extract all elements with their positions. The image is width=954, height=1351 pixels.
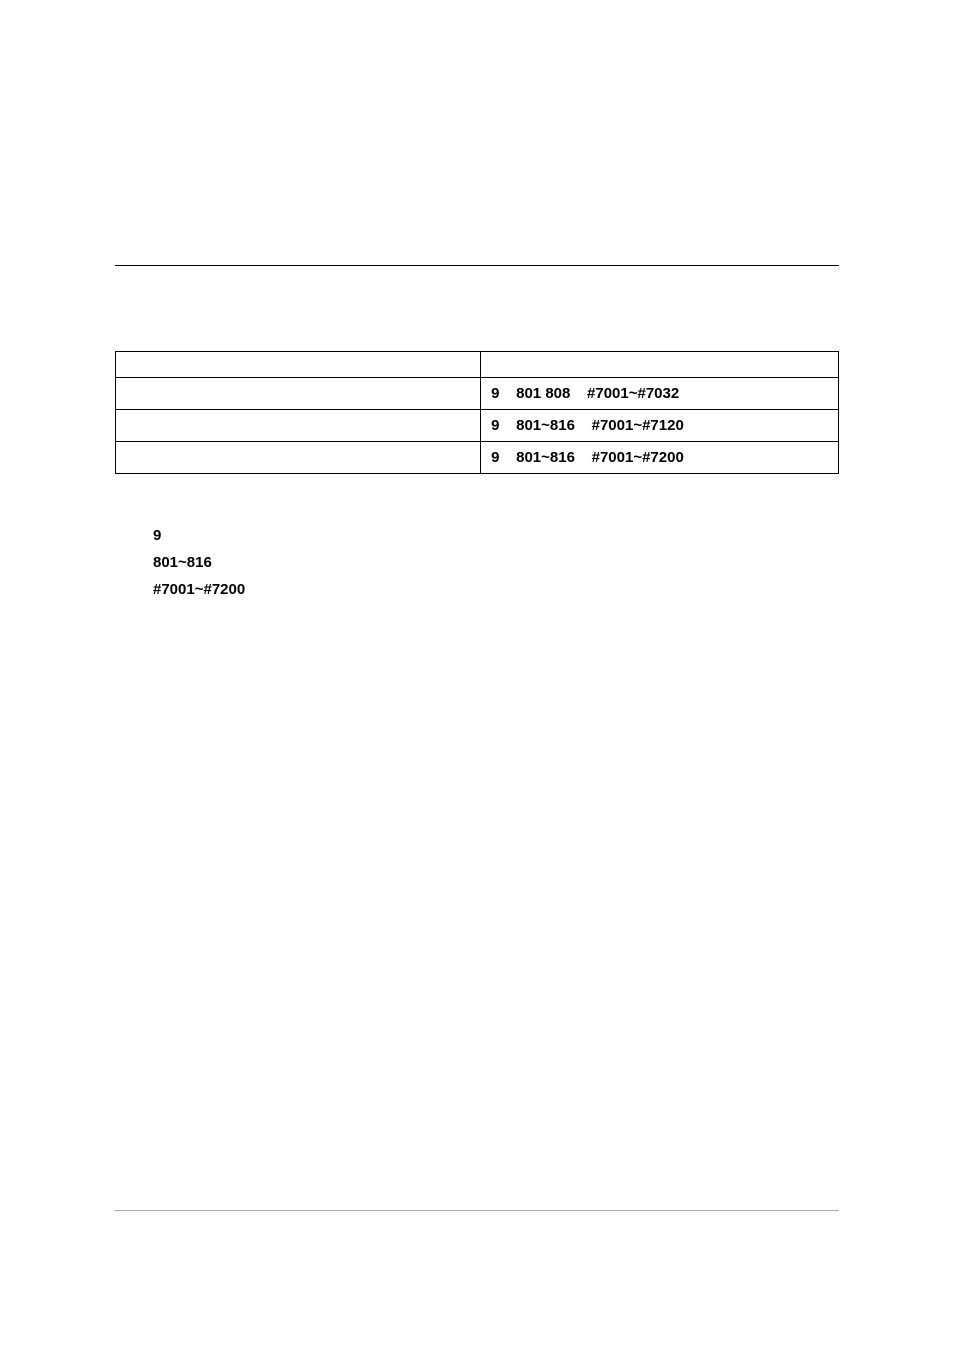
data-table: 9 801 808 #7001~#7032 9 801~816 #7001~#7… [115,351,839,474]
table-row: 9 801~816 #7001~#7120 [116,410,839,442]
table-row [116,352,839,378]
list-block: 9 801~816 #7001~#7200 [153,522,839,603]
table-cell [116,352,481,378]
table-cell: 9 801~816 #7001~#7200 [481,442,839,474]
divider-bottom [115,1210,839,1211]
table-cell: 9 801 808 #7001~#7032 [481,378,839,410]
list-item: #7001~#7200 [153,576,839,603]
table-cell: 9 801~816 #7001~#7120 [481,410,839,442]
table-cell [481,352,839,378]
table-cell [116,442,481,474]
list-item: 9 [153,522,839,549]
list-item: 801~816 [153,549,839,576]
table-cell [116,378,481,410]
table-row: 9 801~816 #7001~#7200 [116,442,839,474]
table-cell [116,410,481,442]
divider-top [115,265,839,266]
table-row: 9 801 808 #7001~#7032 [116,378,839,410]
